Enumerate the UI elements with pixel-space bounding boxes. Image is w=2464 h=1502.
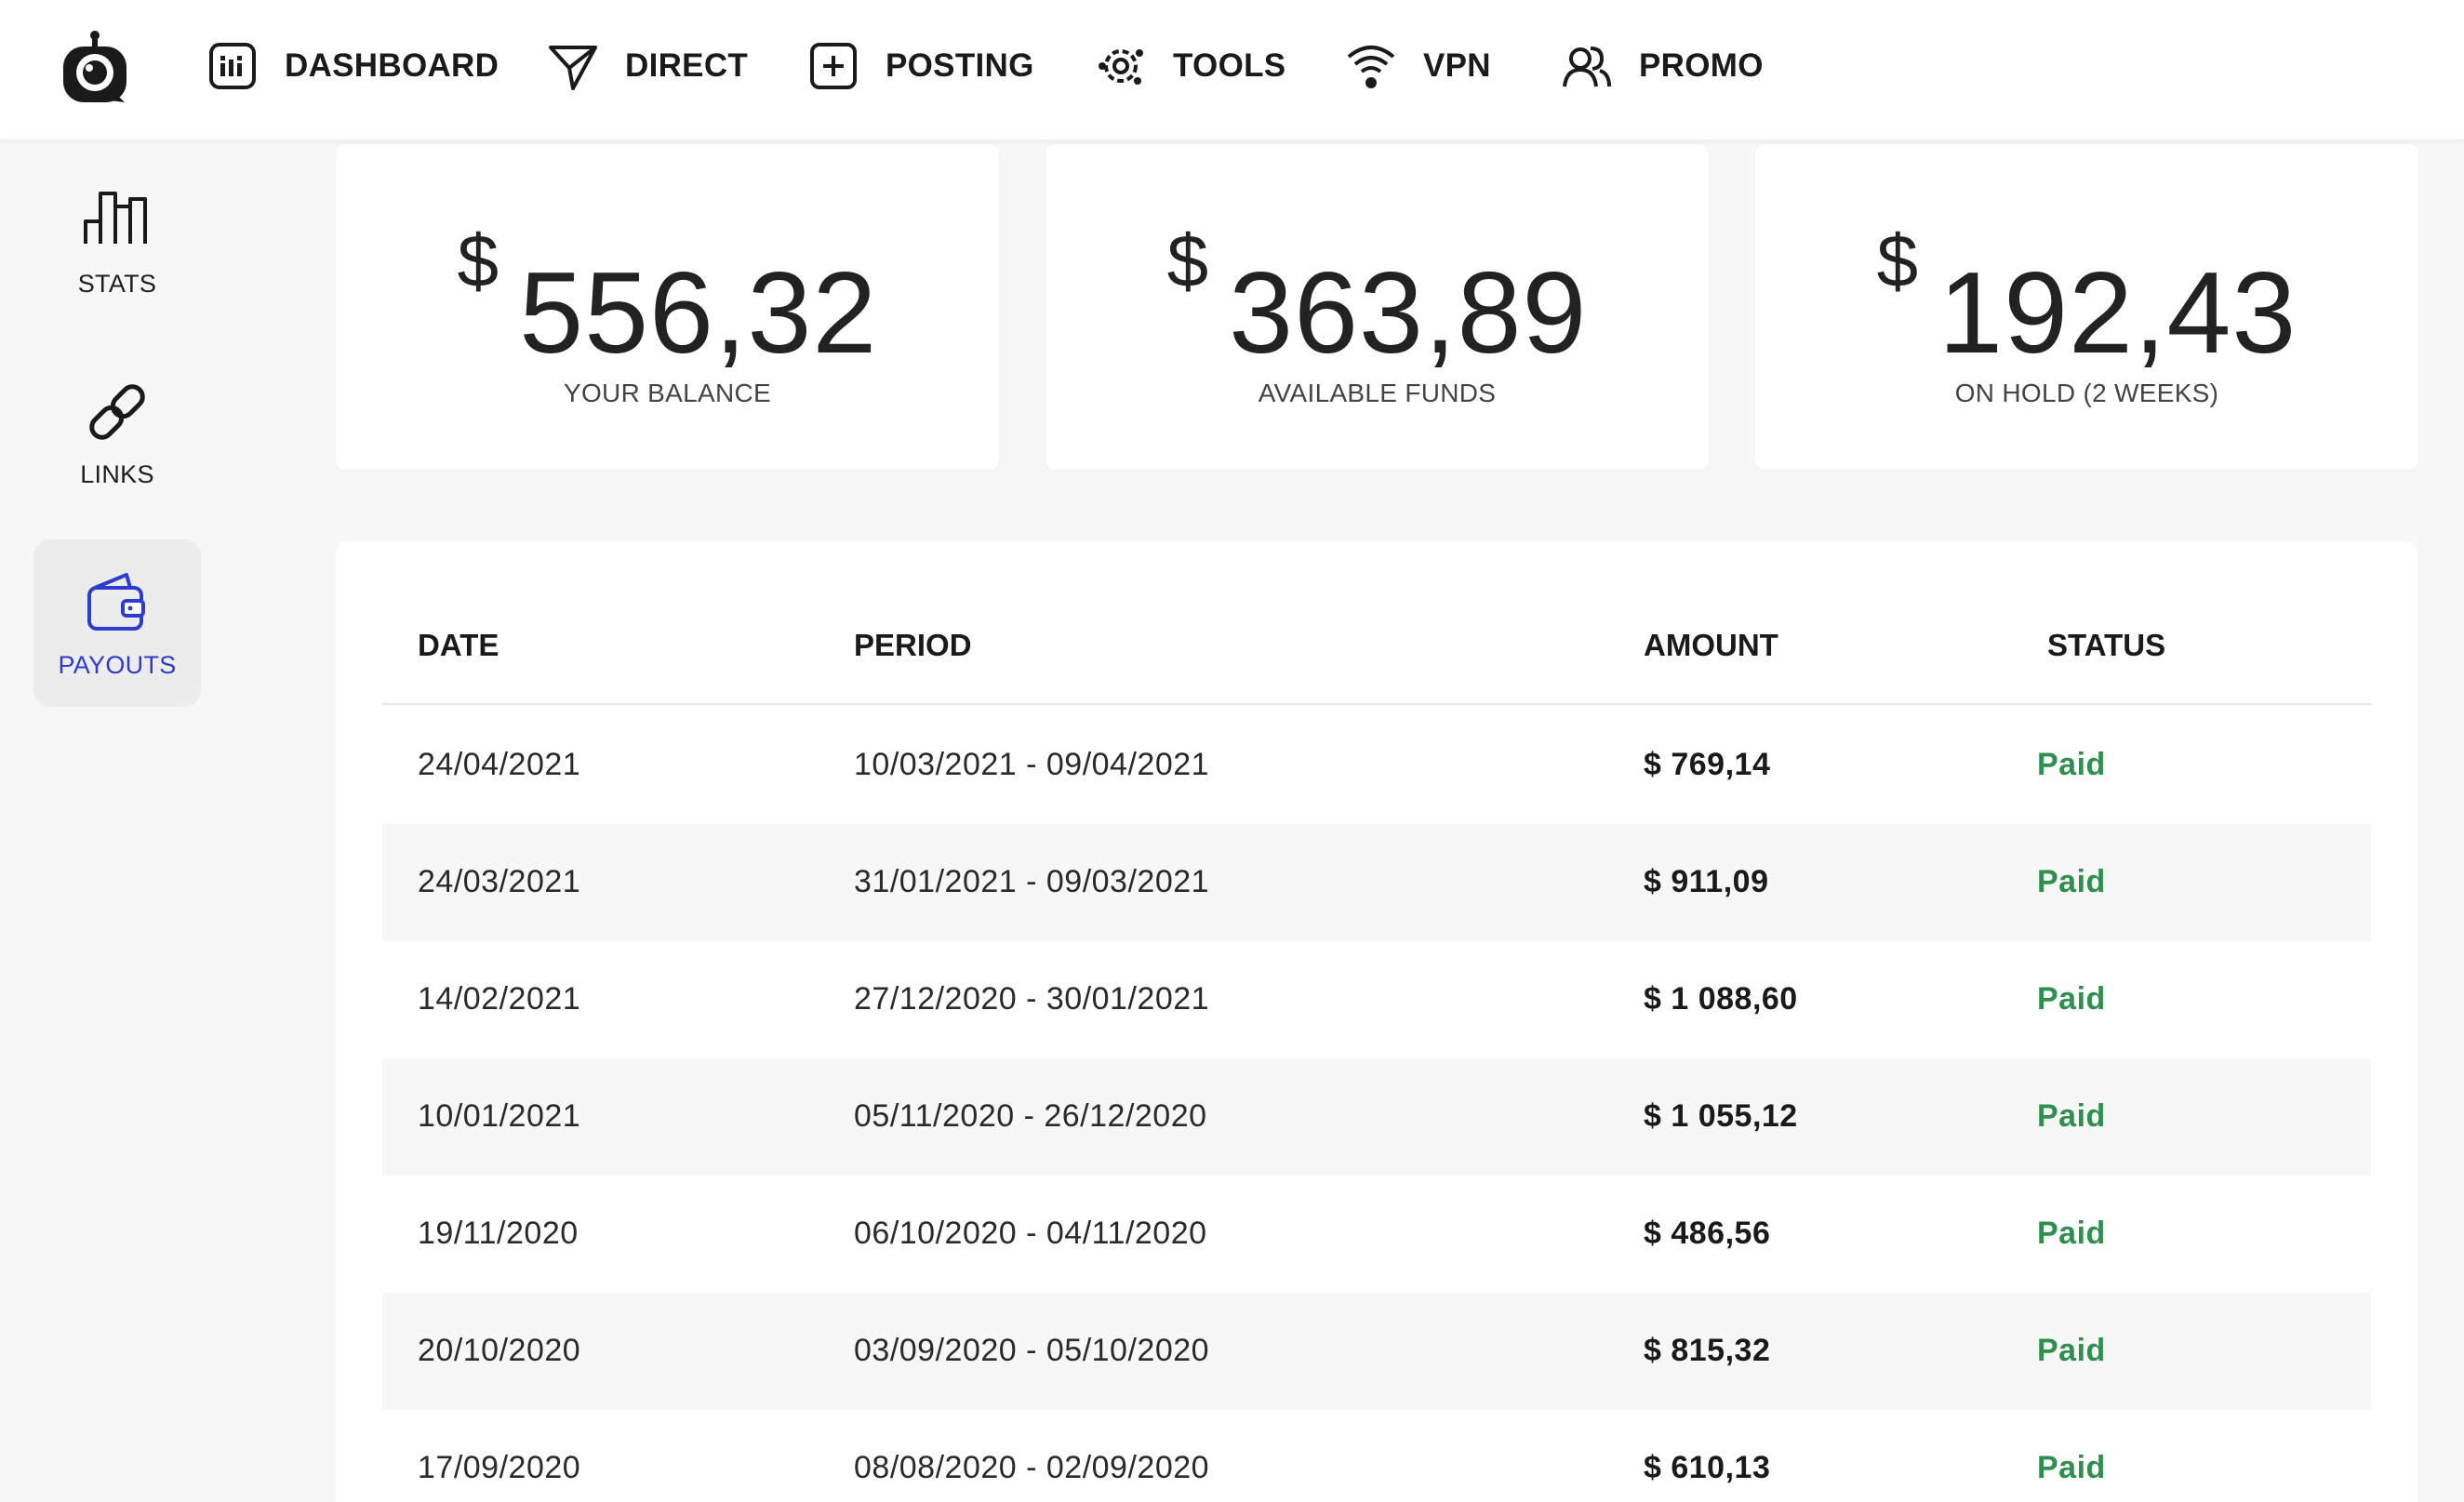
nav-label: VPN — [1423, 47, 1491, 84]
bar-chart-icon — [84, 191, 147, 244]
available-funds-amount: 363,89 — [1229, 249, 1588, 378]
wifi-icon — [1347, 46, 1395, 88]
cell-date: 14/02/2021 — [418, 981, 581, 1017]
table-header: DATE PERIOD AMOUNT STATUS — [382, 541, 2371, 705]
cell-date: 10/01/2021 — [418, 1098, 581, 1134]
users-icon — [1563, 47, 1611, 87]
cell-amount: $ 486,56 — [1644, 1216, 1771, 1251]
table-row[interactable]: 20/10/2020 03/09/2020 - 05/10/2020 $ 815… — [382, 1293, 2371, 1410]
nav-label: DIRECT — [625, 47, 749, 84]
on-hold-caption: ON HOLD (2 WEEKS) — [1954, 379, 2219, 407]
status-badge: Paid — [2037, 981, 2106, 1017]
cell-amount: $ 815,32 — [1644, 1333, 1771, 1368]
sidebar-item-links[interactable]: LINKS — [33, 349, 201, 516]
balance-amount: 556,32 — [519, 249, 878, 378]
payouts-table: DATE PERIOD AMOUNT STATUS 24/04/2021 10/… — [336, 541, 2417, 1502]
send-icon — [549, 46, 597, 90]
top-navigation-bar: DASHBOARD DIRECT POSTING TOOLS VPN PROMO — [0, 0, 2464, 140]
link-icon — [89, 383, 145, 440]
table-row[interactable]: 19/11/2020 06/10/2020 - 04/11/2020 $ 486… — [382, 1176, 2371, 1293]
status-badge: Paid — [2037, 1450, 2106, 1485]
cell-amount: $ 1 055,12 — [1644, 1098, 1798, 1134]
nav-label: POSTING — [886, 47, 1034, 84]
available-funds-caption: AVAILABLE FUNDS — [1258, 379, 1497, 407]
status-badge: Paid — [2037, 1333, 2106, 1368]
cell-period: 03/09/2020 - 05/10/2020 — [854, 1333, 1210, 1368]
table-row[interactable]: 24/04/2021 10/03/2021 - 09/04/2021 $ 769… — [382, 707, 2371, 824]
sidebar-item-payouts[interactable]: PAYOUTS — [33, 539, 201, 707]
cell-period: 05/11/2020 - 26/12/2020 — [854, 1098, 1207, 1134]
cell-date: 17/09/2020 — [418, 1450, 581, 1485]
nav-label: DASHBOARD — [285, 47, 499, 84]
cell-date: 24/03/2021 — [418, 864, 581, 899]
cell-amount: $ 769,14 — [1644, 747, 1771, 782]
status-badge: Paid — [2037, 864, 2106, 899]
balance-card: $ 556,32 YOUR BALANCE — [336, 144, 999, 470]
column-header-period[interactable]: PERIOD — [854, 628, 972, 663]
nav-vpn[interactable]: VPN — [1345, 37, 1491, 95]
status-badge: Paid — [2037, 1098, 2106, 1134]
status-badge: Paid — [2037, 747, 2106, 782]
on-hold-amount: 192,43 — [1938, 249, 2298, 378]
cell-amount: $ 911,09 — [1644, 864, 1769, 899]
add-post-icon — [810, 43, 857, 89]
nav-label: TOOLS — [1173, 47, 1286, 84]
nav-promo[interactable]: PROMO — [1561, 37, 1764, 95]
cell-period: 31/01/2021 - 09/03/2021 — [854, 864, 1210, 899]
currency-symbol: $ — [457, 219, 499, 302]
nav-dashboard[interactable]: DASHBOARD — [206, 37, 499, 95]
sidebar-item-label: STATS — [77, 269, 157, 298]
cell-date: 20/10/2020 — [418, 1333, 581, 1368]
cell-period: 10/03/2021 - 09/04/2021 — [854, 747, 1210, 782]
on-hold-card: $ 192,43 ON HOLD (2 WEEKS) — [1755, 144, 2418, 470]
cell-amount: $ 1 088,60 — [1644, 981, 1798, 1017]
cell-date: 24/04/2021 — [418, 747, 581, 782]
column-header-status[interactable]: STATUS — [2047, 628, 2165, 663]
nav-tools[interactable]: TOOLS — [1095, 37, 1285, 95]
sidebar-item-stats[interactable]: STATS — [33, 158, 201, 326]
cell-amount: $ 610,13 — [1644, 1450, 1771, 1485]
sidebar-item-label: PAYOUTS — [58, 650, 177, 679]
app-logo-icon[interactable] — [58, 28, 132, 107]
nav-direct[interactable]: DIRECT — [547, 37, 748, 95]
column-header-amount[interactable]: AMOUNT — [1644, 628, 1778, 663]
cell-period: 06/10/2020 - 04/11/2020 — [854, 1216, 1207, 1251]
available-funds-card: $ 363,89 AVAILABLE FUNDS — [1046, 144, 1709, 470]
cell-date: 19/11/2020 — [418, 1216, 579, 1251]
status-badge: Paid — [2037, 1216, 2106, 1251]
cell-period: 27/12/2020 - 30/01/2021 — [854, 981, 1210, 1017]
sidebar-item-label: LINKS — [80, 459, 154, 488]
table-row[interactable]: 24/03/2021 31/01/2021 - 09/03/2021 $ 911… — [382, 824, 2371, 941]
balance-caption: YOUR BALANCE — [564, 379, 771, 407]
gear-icon — [1099, 49, 1143, 85]
column-header-date[interactable]: DATE — [418, 628, 499, 663]
table-row[interactable]: 17/09/2020 08/08/2020 - 02/09/2020 $ 610… — [382, 1410, 2371, 1502]
cell-period: 08/08/2020 - 02/09/2020 — [854, 1450, 1210, 1485]
table-row[interactable]: 10/01/2021 05/11/2020 - 26/12/2020 $ 1 0… — [382, 1058, 2371, 1176]
currency-symbol: $ — [1876, 219, 1919, 302]
table-row[interactable]: 14/02/2021 27/12/2020 - 30/01/2021 $ 1 0… — [382, 941, 2371, 1058]
currency-symbol: $ — [1166, 219, 1209, 302]
wallet-icon — [87, 572, 145, 631]
nav-label: PROMO — [1639, 47, 1764, 84]
nav-posting[interactable]: POSTING — [807, 37, 1034, 95]
dashboard-icon — [209, 43, 256, 89]
